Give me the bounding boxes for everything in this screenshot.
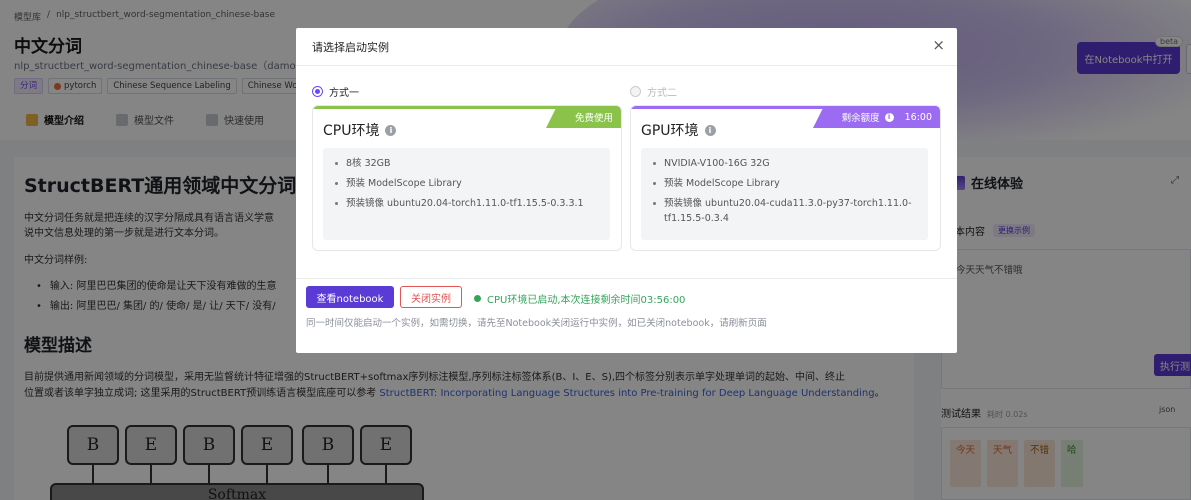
option-label: 方式一: [329, 88, 359, 99]
spec-item: 预装镜像 ubuntu20.04-torch1.11.0-tf1.15.5-0.…: [335, 196, 598, 211]
gpu-title-text: GPU环境: [641, 123, 699, 139]
info-icon[interactable]: i: [385, 124, 397, 136]
cpu-spec-list: 8核 32GB 预装 ModelScope Library 预装镜像 ubunt…: [323, 148, 610, 240]
spec-item: 8核 32GB: [335, 156, 598, 171]
spec-item: 预装镜像 ubuntu20.04-cuda11.3.0-py37-torch1.…: [653, 196, 916, 226]
gpu-card-title: GPU环境 i: [641, 120, 716, 140]
free-badge-text: 免费使用: [574, 113, 613, 124]
status-dot-icon: [474, 295, 481, 302]
instance-select-modal: 请选择启动实例 × 方式一 方式二 免费使用 CPU环境 i 8核 32GB 预装…: [296, 28, 957, 353]
option-one-radio[interactable]: 方式一: [312, 84, 359, 99]
info-icon[interactable]: i: [704, 124, 716, 136]
option-label: 方式二: [647, 88, 677, 99]
quota-badge-text: 剩余额度: [841, 113, 880, 124]
gpu-environment-card[interactable]: 剩余额度 i 16:00 GPU环境 i NVIDIA-V100-16G 32G 预装…: [630, 105, 941, 251]
instance-status: CPU环境已启动,本次连接剩余时间03:56:00: [474, 291, 685, 306]
spec-item: 预装 ModelScope Library: [335, 176, 598, 191]
modal-header: 请选择启动实例 ×: [296, 28, 957, 66]
option-two-radio[interactable]: 方式二: [630, 84, 677, 99]
modal-footer-divider: [296, 278, 957, 279]
radio-selected-icon: [312, 86, 323, 97]
modal-title: 请选择启动实例: [312, 40, 389, 54]
free-badge: 免费使用: [545, 106, 621, 128]
view-notebook-button[interactable]: 查看notebook: [306, 286, 394, 308]
cpu-environment-card[interactable]: 免费使用 CPU环境 i 8核 32GB 预装 ModelScope Librar…: [312, 105, 622, 251]
instance-note: 同一时间仅能启动一个实例，如需切换，请先至Notebook关闭运行中实例，如已关…: [306, 318, 767, 329]
quota-time: 16:00: [904, 111, 932, 123]
status-text: CPU环境已启动,本次连接剩余时间03:56:00: [487, 295, 686, 306]
radio-disabled-icon: [630, 86, 641, 97]
spec-item: NVIDIA-V100-16G 32G: [653, 156, 916, 171]
spec-item: 预装 ModelScope Library: [653, 176, 916, 191]
close-icon[interactable]: ×: [932, 38, 945, 53]
gpu-spec-list: NVIDIA-V100-16G 32G 预装 ModelScope Librar…: [641, 148, 928, 240]
close-instance-button[interactable]: 关闭实例: [400, 286, 462, 308]
cpu-title-text: CPU环境: [323, 123, 380, 139]
quota-badge: 剩余额度 i 16:00: [812, 106, 940, 128]
info-icon[interactable]: i: [884, 112, 894, 122]
cpu-card-title: CPU环境 i: [323, 120, 397, 140]
